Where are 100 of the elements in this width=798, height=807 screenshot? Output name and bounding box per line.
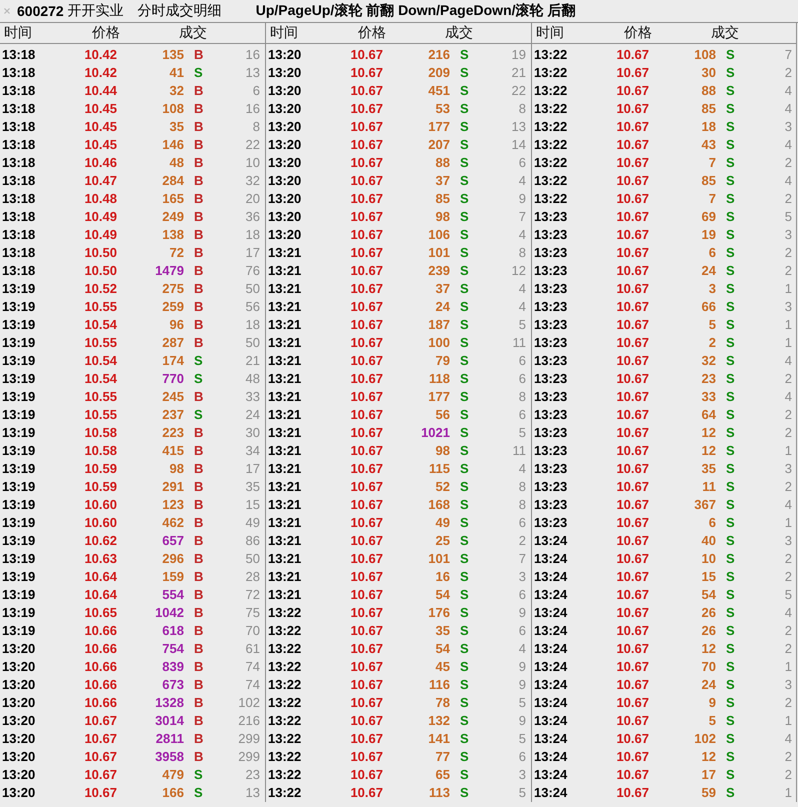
side-cell-text: S: [459, 442, 470, 460]
time-cell-text: 13:24: [533, 640, 568, 658]
price-cell-text: 10.66: [83, 640, 117, 658]
side-cell-text: B: [193, 712, 204, 730]
side-cell-text: S: [725, 586, 736, 604]
price-cell-text: 10.67: [349, 82, 383, 100]
volume-cell-text: 159: [161, 568, 184, 586]
side-cell-text: S: [725, 460, 736, 478]
price-cell-text: 10.67: [615, 694, 649, 712]
count-cell-text: 8: [518, 100, 527, 118]
time-cell-text: 13:21: [267, 262, 302, 280]
count-cell-text: 11: [512, 442, 527, 460]
price-cell-text: 10.67: [83, 730, 117, 748]
side-cell-text: S: [725, 622, 736, 640]
volume-cell-text: 249: [161, 208, 184, 226]
price-cell-text: 10.67: [349, 316, 383, 334]
count-cell-text: 4: [518, 226, 527, 244]
side-cell-text: S: [459, 496, 470, 514]
count-cell-text: 6: [252, 82, 261, 100]
volume-cell-text: 6: [708, 514, 716, 532]
volume-cell-text: 451: [427, 82, 450, 100]
side-cell-text: B: [193, 388, 204, 406]
volume-cell-text: 101: [427, 244, 450, 262]
side-cell-text: S: [725, 316, 736, 334]
time-cell-text: 13:24: [533, 622, 568, 640]
price-cell-text: 10.67: [349, 46, 383, 64]
side-cell-text: B: [193, 640, 204, 658]
side-cell-text: S: [459, 262, 470, 280]
count-cell-text: 299: [237, 730, 261, 748]
time-cell-text: 13:24: [533, 748, 568, 766]
side-cell-text: S: [459, 136, 470, 154]
count-cell-text: 5: [784, 208, 793, 226]
count-cell-text: 14: [510, 136, 527, 154]
time-cell-text: 13:21: [267, 406, 302, 424]
time-cell-text: 13:23: [533, 496, 568, 514]
volume-cell-text: 275: [161, 280, 184, 298]
side-cell-text: S: [459, 370, 470, 388]
volume-cell-text: 146: [161, 136, 184, 154]
price-cell-text: 10.67: [615, 136, 649, 154]
time-cell-text: 13:19: [1, 586, 36, 604]
time-cell-text: 13:24: [533, 676, 568, 694]
price-cell-text: 10.62: [83, 532, 117, 550]
price-cell-text: 10.67: [349, 604, 383, 622]
count-cell-text: 30: [244, 424, 261, 442]
side-cell-text: S: [193, 406, 204, 424]
time-cell-text: 13:21: [267, 280, 302, 298]
count-cell-text: 22: [244, 136, 261, 154]
time-cell-text: 13:21: [267, 460, 302, 478]
time-cell-text: 13:20: [1, 784, 36, 802]
volume-cell-text: 116: [428, 676, 450, 694]
side-cell-text: S: [459, 658, 470, 676]
price-cell-text: 10.64: [83, 568, 117, 586]
close-icon[interactable]: [4, 8, 10, 14]
time-cell-text: 13:20: [267, 46, 302, 64]
time-cell-text: 13:24: [533, 550, 568, 568]
time-cell-text: 13:22: [267, 748, 302, 766]
time-cell-text: 13:22: [267, 766, 302, 784]
volume-cell-text: 72: [168, 244, 184, 262]
volume-cell-text: 101: [427, 550, 450, 568]
side-cell-text: S: [725, 280, 736, 298]
time-cell-text: 13:23: [533, 262, 568, 280]
count-cell-text: 2: [784, 766, 793, 784]
volume-cell-text: 12: [700, 424, 716, 442]
time-cell-text: 13:20: [1, 694, 36, 712]
time-cell-text: 13:21: [267, 370, 302, 388]
time-cell-text: 13:21: [267, 550, 302, 568]
price-cell-text: 10.66: [83, 658, 117, 676]
time-cell-text: 13:21: [267, 586, 302, 604]
price-cell-text: 10.45: [83, 136, 117, 154]
side-cell-text: S: [725, 82, 736, 100]
side-cell-text: B: [193, 118, 204, 136]
column-header: 成交: [178, 24, 207, 42]
count-cell-text: 3: [784, 676, 793, 694]
count-cell-text: 4: [518, 460, 527, 478]
volume-cell-text: 54: [700, 586, 716, 604]
side-cell-text: B: [193, 46, 204, 64]
side-cell-text: S: [459, 514, 470, 532]
price-cell-text: 10.67: [349, 424, 383, 442]
volume-cell-text: 176: [427, 604, 450, 622]
side-cell-text: S: [459, 352, 470, 370]
volume-cell-text: 135: [161, 46, 184, 64]
count-cell-text: 7: [784, 46, 793, 64]
count-cell-text: 13: [244, 64, 261, 82]
time-cell-text: 13:22: [267, 622, 302, 640]
volume-cell-text: 7: [708, 190, 716, 208]
price-cell-text: 10.67: [349, 514, 383, 532]
price-cell-text: 10.67: [83, 766, 117, 784]
count-cell-text: 12: [510, 262, 527, 280]
count-cell-text: 3: [784, 118, 793, 136]
count-cell-text: 7: [518, 208, 527, 226]
side-cell-text: S: [725, 532, 736, 550]
side-cell-text: S: [725, 100, 736, 118]
time-cell-text: 13:22: [533, 64, 568, 82]
price-cell-text: 10.54: [83, 352, 117, 370]
volume-cell-text: 462: [161, 514, 184, 532]
time-cell-text: 13:19: [1, 424, 36, 442]
price-cell-text: 10.67: [615, 172, 649, 190]
count-cell-text: 50: [244, 334, 261, 352]
price-cell-text: 10.49: [83, 226, 117, 244]
count-cell-text: 1: [784, 334, 793, 352]
